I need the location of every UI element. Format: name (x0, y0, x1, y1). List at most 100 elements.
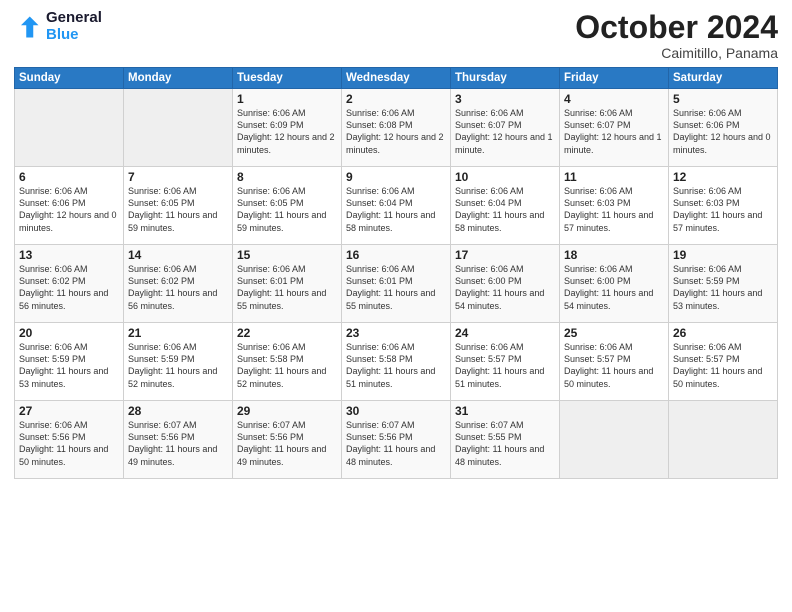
day-number: 26 (673, 326, 773, 340)
location-subtitle: Caimitillo, Panama (575, 45, 778, 61)
logo: General Blue (14, 10, 102, 43)
calendar-cell: 22Sunrise: 6:06 AMSunset: 5:58 PMDayligh… (233, 323, 342, 401)
cell-info: Sunrise: 6:06 AMSunset: 6:09 PMDaylight:… (237, 107, 337, 156)
cell-info: Sunrise: 6:06 AMSunset: 5:59 PMDaylight:… (19, 341, 119, 390)
day-number: 2 (346, 92, 446, 106)
cell-info: Sunrise: 6:06 AMSunset: 6:04 PMDaylight:… (455, 185, 555, 234)
calendar-header-row: SundayMondayTuesdayWednesdayThursdayFrid… (15, 68, 778, 89)
cell-info: Sunrise: 6:06 AMSunset: 5:58 PMDaylight:… (237, 341, 337, 390)
day-number: 5 (673, 92, 773, 106)
day-number: 9 (346, 170, 446, 184)
day-number: 13 (19, 248, 119, 262)
day-header-wednesday: Wednesday (342, 68, 451, 89)
day-number: 16 (346, 248, 446, 262)
day-number: 14 (128, 248, 228, 262)
cell-info: Sunrise: 6:06 AMSunset: 6:03 PMDaylight:… (673, 185, 773, 234)
day-header-friday: Friday (560, 68, 669, 89)
day-header-thursday: Thursday (451, 68, 560, 89)
calendar-cell: 19Sunrise: 6:06 AMSunset: 5:59 PMDayligh… (669, 245, 778, 323)
calendar-cell (560, 401, 669, 479)
day-number: 22 (237, 326, 337, 340)
cell-info: Sunrise: 6:06 AMSunset: 5:59 PMDaylight:… (673, 263, 773, 312)
day-number: 29 (237, 404, 337, 418)
calendar-week-row: 1Sunrise: 6:06 AMSunset: 6:09 PMDaylight… (15, 89, 778, 167)
cell-info: Sunrise: 6:06 AMSunset: 6:02 PMDaylight:… (128, 263, 228, 312)
cell-info: Sunrise: 6:06 AMSunset: 6:00 PMDaylight:… (455, 263, 555, 312)
calendar-cell: 14Sunrise: 6:06 AMSunset: 6:02 PMDayligh… (124, 245, 233, 323)
day-number: 4 (564, 92, 664, 106)
day-number: 28 (128, 404, 228, 418)
calendar-week-row: 6Sunrise: 6:06 AMSunset: 6:06 PMDaylight… (15, 167, 778, 245)
cell-info: Sunrise: 6:06 AMSunset: 6:06 PMDaylight:… (673, 107, 773, 156)
calendar-table: SundayMondayTuesdayWednesdayThursdayFrid… (14, 67, 778, 479)
calendar-cell: 3Sunrise: 6:06 AMSunset: 6:07 PMDaylight… (451, 89, 560, 167)
day-number: 27 (19, 404, 119, 418)
day-number: 19 (673, 248, 773, 262)
calendar-cell: 12Sunrise: 6:06 AMSunset: 6:03 PMDayligh… (669, 167, 778, 245)
calendar-cell: 15Sunrise: 6:06 AMSunset: 6:01 PMDayligh… (233, 245, 342, 323)
calendar-cell: 2Sunrise: 6:06 AMSunset: 6:08 PMDaylight… (342, 89, 451, 167)
calendar-cell: 24Sunrise: 6:06 AMSunset: 5:57 PMDayligh… (451, 323, 560, 401)
day-header-saturday: Saturday (669, 68, 778, 89)
calendar-cell: 27Sunrise: 6:06 AMSunset: 5:56 PMDayligh… (15, 401, 124, 479)
calendar-cell: 4Sunrise: 6:06 AMSunset: 6:07 PMDaylight… (560, 89, 669, 167)
calendar-week-row: 13 Sunrise: 6:06 AMSunset: 6:02 PMDayligh… (15, 245, 778, 323)
cell-info: Sunrise: 6:06 AMSunset: 6:01 PMDaylight:… (237, 263, 337, 312)
day-number: 1 (237, 92, 337, 106)
calendar-week-row: 27Sunrise: 6:06 AMSunset: 5:56 PMDayligh… (15, 401, 778, 479)
header: General Blue October 2024 Caimitillo, Pa… (14, 10, 778, 61)
calendar-cell (124, 89, 233, 167)
calendar-cell: 18Sunrise: 6:06 AMSunset: 6:00 PMDayligh… (560, 245, 669, 323)
calendar-cell: 26Sunrise: 6:06 AMSunset: 5:57 PMDayligh… (669, 323, 778, 401)
cell-info: Sunrise: 6:06 AMSunset: 5:58 PMDaylight:… (346, 341, 446, 390)
cell-info: Sunrise: 6:06 AMSunset: 6:03 PMDaylight:… (564, 185, 664, 234)
calendar-cell: 17Sunrise: 6:06 AMSunset: 6:00 PMDayligh… (451, 245, 560, 323)
day-number: 18 (564, 248, 664, 262)
day-header-monday: Monday (124, 68, 233, 89)
calendar-cell: 31Sunrise: 6:07 AMSunset: 5:55 PMDayligh… (451, 401, 560, 479)
cell-info: Sunrise: 6:06 AMSunset: 6:08 PMDaylight:… (346, 107, 446, 156)
day-number: 23 (346, 326, 446, 340)
cell-info: Sunrise: 6:07 AMSunset: 5:55 PMDaylight:… (455, 419, 555, 468)
cell-info: Sunrise: 6:06 AMSunset: 5:57 PMDaylight:… (673, 341, 773, 390)
calendar-cell: 13Sunrise: 6:06 AMSunset: 6:02 PMDayligh… (15, 245, 124, 323)
day-number: 6 (19, 170, 119, 184)
title-block: October 2024 Caimitillo, Panama (575, 10, 778, 61)
calendar-cell: 10Sunrise: 6:06 AMSunset: 6:04 PMDayligh… (451, 167, 560, 245)
calendar-cell: 29Sunrise: 6:07 AMSunset: 5:56 PMDayligh… (233, 401, 342, 479)
logo-icon (14, 13, 42, 41)
calendar-cell (15, 89, 124, 167)
calendar-cell: 11Sunrise: 6:06 AMSunset: 6:03 PMDayligh… (560, 167, 669, 245)
day-number: 31 (455, 404, 555, 418)
day-number: 11 (564, 170, 664, 184)
month-title: October 2024 (575, 10, 778, 45)
calendar-cell: 28Sunrise: 6:07 AMSunset: 5:56 PMDayligh… (124, 401, 233, 479)
cell-info: Sunrise: 6:06 AMSunset: 6:04 PMDaylight:… (346, 185, 446, 234)
cell-info: Sunrise: 6:06 AMSunset: 6:00 PMDaylight:… (564, 263, 664, 312)
cell-info: Sunrise: 6:06 AMSunset: 5:57 PMDaylight:… (564, 341, 664, 390)
day-number: 15 (237, 248, 337, 262)
calendar-cell: 21Sunrise: 6:06 AMSunset: 5:59 PMDayligh… (124, 323, 233, 401)
day-number: 3 (455, 92, 555, 106)
calendar-cell: 20Sunrise: 6:06 AMSunset: 5:59 PMDayligh… (15, 323, 124, 401)
calendar-cell (669, 401, 778, 479)
calendar-week-row: 20Sunrise: 6:06 AMSunset: 5:59 PMDayligh… (15, 323, 778, 401)
cell-info: Sunrise: 6:06 AMSunset: 6:07 PMDaylight:… (455, 107, 555, 156)
cell-info: Sunrise: 6:06 AMSunset: 6:05 PMDaylight:… (237, 185, 337, 234)
day-number: 25 (564, 326, 664, 340)
cell-info: Sunrise: 6:06 AMSunset: 5:57 PMDaylight:… (455, 341, 555, 390)
cell-info: Sunrise: 6:07 AMSunset: 5:56 PMDaylight:… (128, 419, 228, 468)
day-number: 24 (455, 326, 555, 340)
day-number: 8 (237, 170, 337, 184)
cell-info: Sunrise: 6:07 AMSunset: 5:56 PMDaylight:… (237, 419, 337, 468)
calendar-cell: 6Sunrise: 6:06 AMSunset: 6:06 PMDaylight… (15, 167, 124, 245)
cell-info: Sunrise: 6:06 AMSunset: 6:05 PMDaylight:… (128, 185, 228, 234)
calendar-cell: 16Sunrise: 6:06 AMSunset: 6:01 PMDayligh… (342, 245, 451, 323)
calendar-cell: 5Sunrise: 6:06 AMSunset: 6:06 PMDaylight… (669, 89, 778, 167)
cell-info: Sunrise: 6:06 AMSunset: 6:01 PMDaylight:… (346, 263, 446, 312)
day-number: 12 (673, 170, 773, 184)
calendar-cell: 8Sunrise: 6:06 AMSunset: 6:05 PMDaylight… (233, 167, 342, 245)
day-number: 7 (128, 170, 228, 184)
day-header-tuesday: Tuesday (233, 68, 342, 89)
calendar-cell: 25Sunrise: 6:06 AMSunset: 5:57 PMDayligh… (560, 323, 669, 401)
